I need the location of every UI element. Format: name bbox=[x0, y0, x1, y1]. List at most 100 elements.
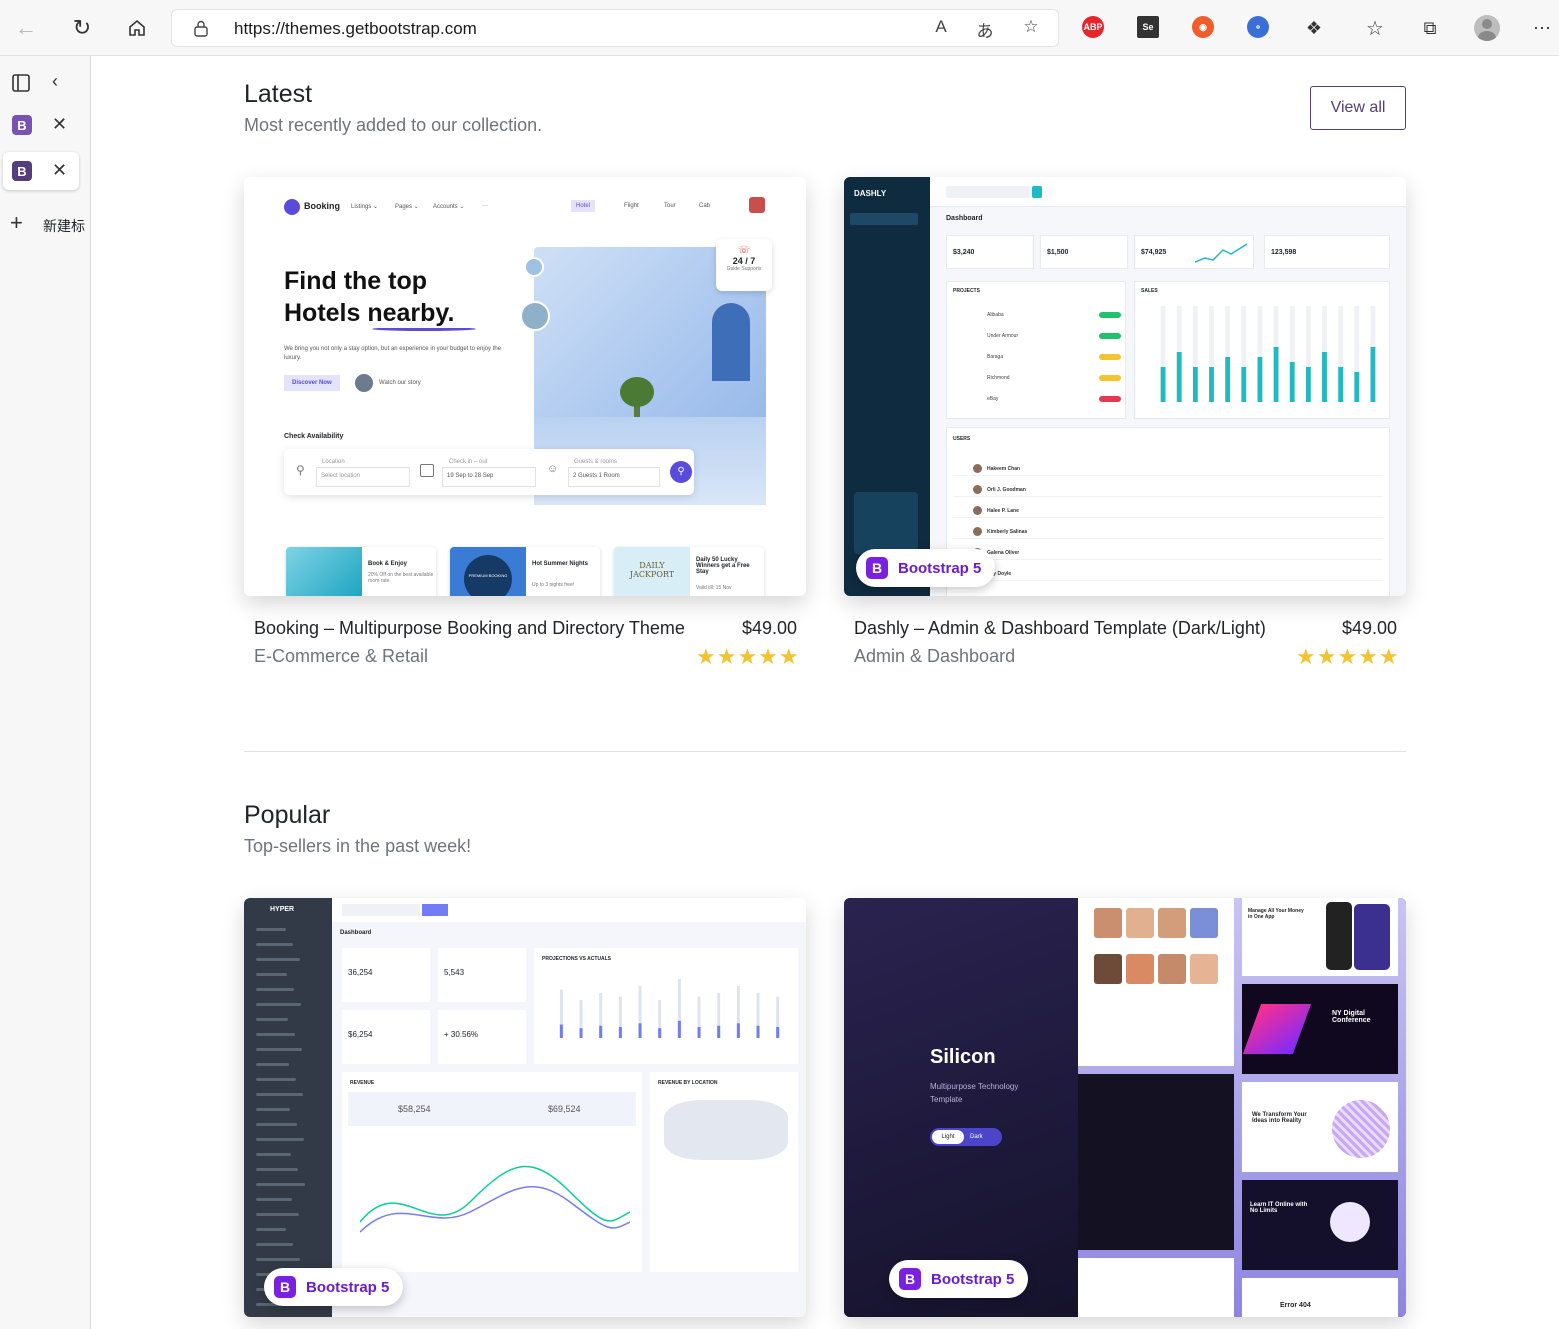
project-row: Baraga bbox=[953, 352, 1121, 364]
sales-bar bbox=[1209, 367, 1214, 402]
home-icon[interactable] bbox=[119, 10, 155, 46]
url-text: https://themes.getbootstrap.com bbox=[234, 19, 477, 38]
stat-1: $3,240 bbox=[946, 235, 1034, 269]
guests-label: Guests & rooms bbox=[574, 459, 618, 465]
popular-subtitle: Top-sellers in the past week! bbox=[244, 836, 472, 856]
headline-underline bbox=[372, 327, 476, 331]
hyper-brand: HYPER bbox=[270, 906, 295, 913]
booking-watch: Watch our story bbox=[379, 380, 421, 386]
bootstrap5-badge: B Bootstrap 5 bbox=[889, 1260, 1029, 1298]
actual-bar bbox=[736, 1023, 740, 1038]
app-page: Manage All Your Money in One App bbox=[1242, 898, 1398, 976]
theme-toggle: Light Dark bbox=[930, 1128, 1002, 1146]
sidebar-item bbox=[256, 928, 286, 931]
sidebar-item bbox=[256, 1003, 301, 1006]
user-name: Orli J. Goodman bbox=[987, 487, 1026, 493]
checkin-value: 19 Sep to 28 Sep bbox=[442, 467, 536, 487]
sidebar-item bbox=[256, 1123, 297, 1126]
silicon-sub: Multipurpose Technology Template bbox=[930, 1082, 1019, 1104]
avatar bbox=[973, 464, 982, 473]
project-name: Baraga bbox=[987, 354, 1004, 360]
new-tab[interactable]: + 新建标 bbox=[0, 204, 91, 242]
promo3-sub: Valid till: 15 Nov bbox=[696, 585, 732, 591]
card-2-title[interactable]: Dashly – Admin & Dashboard Template (Dar… bbox=[854, 618, 1266, 639]
latest-title: Latest bbox=[244, 80, 313, 108]
user-name: Kimberly Salinas bbox=[987, 529, 1028, 535]
user-name: Hakeem Chan bbox=[987, 466, 1021, 472]
bootstrap5-text: Bootstrap 5 bbox=[306, 1278, 390, 1296]
user-name: Halee P. Lane bbox=[987, 508, 1019, 514]
orders-card: 5,543 bbox=[438, 948, 526, 1002]
project-status bbox=[1099, 333, 1121, 339]
sidebar-item bbox=[256, 1138, 304, 1141]
profile-icon[interactable] bbox=[1469, 10, 1505, 46]
translate-icon[interactable]: あ bbox=[972, 17, 998, 41]
bootstrap-logo-icon: B bbox=[866, 557, 888, 579]
user-row: Hakeem Chan bbox=[953, 464, 1383, 476]
user-row: Galena Oliver bbox=[953, 548, 1383, 560]
sales-bar bbox=[1289, 362, 1295, 402]
dashly-sidebar: DASHLY bbox=[844, 177, 930, 596]
section-divider bbox=[244, 751, 1406, 752]
project-name: eBay bbox=[987, 396, 999, 402]
collections-icon[interactable]: ⧉ bbox=[1412, 10, 1448, 46]
support-text: 24 / 7 bbox=[732, 256, 756, 266]
card-1-title[interactable]: Booking – Multipurpose Booking and Direc… bbox=[254, 618, 685, 639]
extension-orange-icon[interactable]: ◉ bbox=[1192, 16, 1214, 38]
booking-preview-image[interactable]: Booking Listings ⌄ Pages ⌄ Accounts ⌄ ··… bbox=[244, 177, 806, 596]
promo2-title: Hot Summer Nights bbox=[532, 561, 589, 567]
booking-nav-2: Pages ⌄ bbox=[395, 204, 419, 210]
favorites-icon[interactable]: ☆ bbox=[1357, 10, 1393, 46]
selenium-icon[interactable]: Se bbox=[1137, 16, 1159, 38]
address-bar[interactable]: https://themes.getbootstrap.com A あ ☆ bbox=[171, 9, 1059, 47]
stat-1-value: $3,240 bbox=[953, 249, 975, 256]
team-page bbox=[1078, 898, 1234, 1066]
promo-card-2: PREMIUM BOOKING Hot Summer Nights Up to … bbox=[450, 547, 600, 596]
card-1-category[interactable]: E-Commerce & Retail bbox=[254, 646, 428, 667]
user-row: Ally Doyle bbox=[953, 569, 1383, 581]
sales-bar bbox=[1192, 367, 1198, 402]
tab-bootstrap-active[interactable]: B ✕ bbox=[3, 152, 79, 190]
back-icon[interactable]: ← bbox=[8, 10, 44, 46]
hyper-preview-image[interactable]: HYPER Dashboard 36,254 5,543 $6,254 + 30… bbox=[244, 898, 806, 1317]
actual-bar bbox=[776, 1026, 780, 1038]
sales-bar bbox=[1370, 347, 1376, 402]
promo-card-3: DAILY JACKPORT Daily 50 Lucky Winners ge… bbox=[614, 547, 764, 596]
view-all-button[interactable]: View all bbox=[1310, 86, 1406, 130]
card-2-category[interactable]: Admin & Dashboard bbox=[854, 646, 1015, 667]
sidebar-item bbox=[256, 1153, 291, 1156]
more-icon[interactable]: ⋯ bbox=[1524, 10, 1559, 46]
extensions-icon[interactable]: ❖ bbox=[1296, 10, 1332, 46]
team-photo bbox=[1190, 954, 1218, 984]
project-row: eBay bbox=[953, 394, 1121, 406]
close-icon[interactable]: ✕ bbox=[52, 114, 67, 135]
team-photo bbox=[1126, 954, 1154, 984]
sidebar-item bbox=[256, 1228, 286, 1231]
transform-page: We Transform Your Ideas into Reality bbox=[1242, 1082, 1398, 1172]
stat-2: $1,500 bbox=[1040, 235, 1128, 269]
extension-blue-icon[interactable]: ⚬ bbox=[1247, 16, 1269, 38]
collapse-icon[interactable]: ‹ bbox=[52, 71, 58, 92]
team-photo bbox=[1158, 954, 1186, 984]
project-row: Alibaba bbox=[953, 310, 1121, 322]
booking-lead: We bring you not only a stay option, but… bbox=[284, 346, 502, 361]
refresh-icon[interactable]: ↻ bbox=[64, 10, 100, 46]
promo2-sub: Up to 3 nights free! bbox=[532, 582, 575, 588]
sales-bar bbox=[1160, 367, 1166, 402]
stat-3-value: $74,925 bbox=[1141, 249, 1167, 256]
dashly-preview-image[interactable]: DASHLY Dashboard $3,240 $1,500 $74,925 1… bbox=[844, 177, 1406, 596]
silicon-preview-image[interactable]: Silicon Multipurpose Technology Template… bbox=[844, 898, 1406, 1317]
search-widget: ⚲ Location Select location Check in – ou… bbox=[284, 449, 694, 495]
check-availability: Check Availability bbox=[284, 433, 344, 440]
read-aloud-icon[interactable]: A bbox=[928, 17, 954, 41]
stat-4-value: 123,598 bbox=[1271, 249, 1297, 256]
add-favorite-icon[interactable]: ☆ bbox=[1018, 17, 1044, 41]
sidebar-item bbox=[256, 958, 300, 961]
tab-bootstrap-1[interactable]: B ✕ bbox=[0, 106, 91, 144]
thumb-2 bbox=[520, 301, 550, 331]
popular-title: Popular bbox=[244, 801, 331, 829]
tab-panel-icon[interactable] bbox=[12, 74, 30, 97]
close-icon[interactable]: ✕ bbox=[52, 160, 67, 181]
adblock-icon[interactable]: ABP bbox=[1082, 16, 1104, 38]
bootstrap5-badge: B Bootstrap 5 bbox=[264, 1268, 404, 1306]
